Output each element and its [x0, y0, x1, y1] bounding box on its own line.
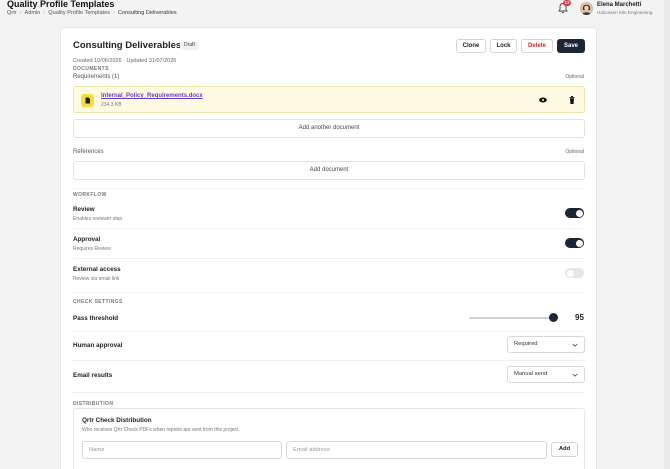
divider: [73, 258, 585, 259]
requirements-optional-label: Optional: [565, 74, 584, 80]
human-approval-label: Human approval: [73, 342, 123, 349]
email-results-label: Email results: [73, 372, 113, 379]
breadcrumb: Qrtr › Admin › Quality Profile Templates › Con…: [7, 10, 177, 16]
divider: [73, 292, 585, 293]
divider: [73, 360, 585, 361]
human-approval-value: Required: [514, 341, 538, 347]
distribution-subtitle: Who receives Qrtr Check PDFs when report…: [82, 427, 240, 433]
avatar-image: [580, 2, 593, 15]
pass-threshold-value: 95: [575, 313, 584, 322]
window-scrollbar[interactable]: [664, 0, 670, 469]
avatar[interactable]: [580, 2, 593, 15]
breadcrumb-templates[interactable]: Quality Profile Templates: [48, 10, 110, 16]
external-access-title: External access: [73, 266, 121, 273]
toggle-knob: [575, 239, 583, 247]
save-button[interactable]: Save: [557, 39, 585, 53]
distribution-panel: Qrtr Check Distribution Who receives Qrt…: [73, 408, 585, 469]
distribution-section-label: DISTRIBUTION: [73, 401, 114, 407]
template-card: Consulting Deliverables Draft Clone Lock…: [60, 27, 597, 469]
toggle-knob: [566, 269, 574, 277]
external-access-toggle[interactable]: [565, 268, 584, 278]
distribution-title: Qrtr Check Distribution: [82, 417, 152, 424]
breadcrumb-separator: ›: [113, 10, 115, 16]
breadcrumb-separator: ›: [19, 10, 22, 16]
breadcrumb-separator: ›: [43, 10, 46, 16]
breadcrumb-current: Consulting Deliverables: [117, 10, 177, 16]
email-results-select[interactable]: Manual send: [507, 366, 585, 383]
review-subtitle: Enables reviewer step: [73, 216, 123, 222]
template-name: Consulting Deliverables: [73, 40, 182, 51]
references-label: References: [73, 149, 104, 155]
page-title: Quality Profile Templates: [7, 0, 115, 9]
divider: [73, 392, 585, 393]
lock-button[interactable]: Lock: [490, 39, 517, 53]
user-name: Elena Marchetti: [597, 2, 642, 8]
toggle-knob: [575, 209, 583, 217]
chevron-down-icon: [572, 373, 578, 377]
breadcrumb-admin[interactable]: Admin: [25, 10, 41, 16]
approval-toggle[interactable]: [565, 238, 584, 248]
breadcrumb-qrtr[interactable]: Qrtr: [7, 10, 17, 16]
review-toggle[interactable]: [565, 208, 584, 218]
name-input[interactable]: [82, 441, 282, 459]
user-organization: Halvorsen Kiln Engineering: [597, 10, 653, 15]
notification-badge: 13: [563, 0, 571, 6]
requirements-label: Requirements (1): [73, 74, 120, 80]
review-title: Review: [73, 206, 95, 213]
workflow-section-label: WORKFLOW: [73, 192, 107, 198]
divider: [73, 331, 585, 332]
divider: [73, 228, 585, 229]
clone-button[interactable]: Clone: [456, 39, 486, 53]
slider-fill: [469, 317, 555, 319]
documents-section-label: DOCUMENTS: [73, 66, 109, 72]
file-size: 234.3 KB: [101, 102, 122, 108]
email-input[interactable]: [286, 441, 547, 459]
chevron-down-icon: [572, 343, 578, 347]
add-document-button[interactable]: Add document: [73, 161, 585, 180]
add-recipient-button[interactable]: Add: [551, 442, 578, 457]
external-access-subtitle: Review via email link: [73, 276, 120, 282]
template-meta: Created 10/06/2026 · Updated 31/07/2026: [73, 58, 177, 64]
status-badge: Draft: [180, 41, 199, 50]
human-approval-select[interactable]: Required: [507, 336, 585, 353]
approval-subtitle: Requires Review: [73, 246, 111, 252]
file-name-link[interactable]: Internal_Policy_Requirements.docx: [101, 93, 203, 99]
check-settings-section-label: CHECK SETTINGS: [73, 299, 123, 305]
delete-button[interactable]: Delete: [521, 39, 553, 53]
email-results-value: Manual send: [514, 371, 548, 377]
divider: [73, 188, 585, 189]
approval-title: Approval: [73, 236, 101, 243]
eye-icon[interactable]: [539, 97, 547, 103]
file-icon: [81, 94, 94, 107]
add-another-document-button[interactable]: Add another document: [73, 119, 585, 138]
trash-icon[interactable]: [569, 96, 575, 104]
references-optional-label: Optional: [565, 149, 584, 155]
pass-threshold-label: Pass threshold: [73, 315, 119, 322]
top-bar: Quality Profile Templates Qrtr › Admin › Qua…: [0, 0, 670, 22]
slider-thumb[interactable]: [549, 313, 558, 322]
uploaded-file: Internal_Policy_Requirements.docx 234.3 …: [73, 86, 585, 113]
pass-threshold-slider[interactable]: [469, 317, 559, 319]
